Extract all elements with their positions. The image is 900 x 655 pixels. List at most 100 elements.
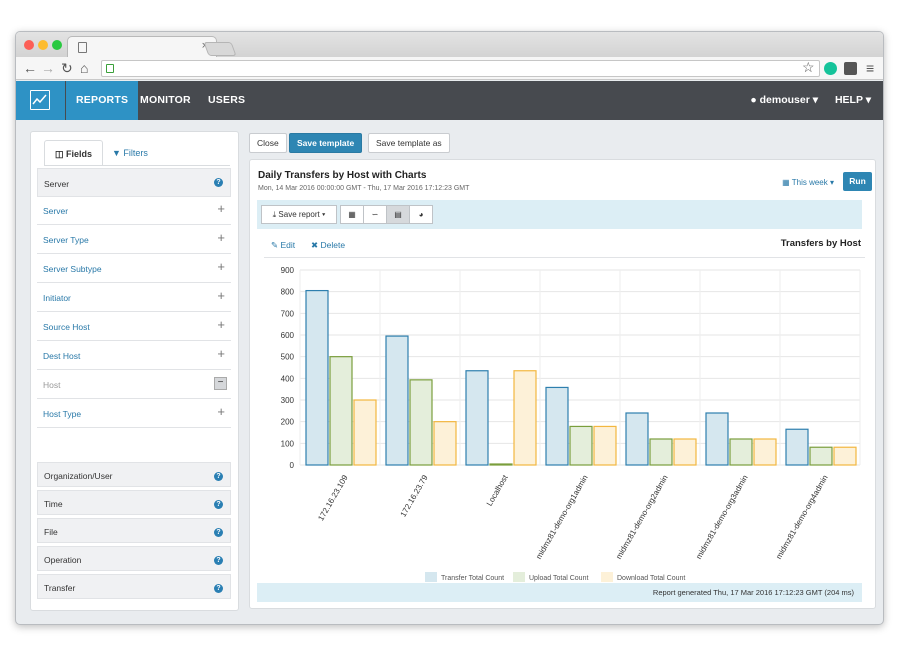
line-chart-button[interactable]: ∽	[363, 205, 387, 224]
username: demouser	[759, 94, 810, 106]
forward-icon[interactable]: →	[41, 60, 55, 76]
add-field-icon[interactable]: +	[217, 288, 225, 303]
delete-chart-link[interactable]: ✖ Delete	[311, 240, 345, 251]
field-row[interactable]: Host −	[37, 370, 231, 399]
legend-swatch	[513, 572, 525, 582]
field-group-row[interactable]: File?	[37, 518, 231, 543]
help-icon[interactable]: ?	[214, 584, 223, 593]
field-label: Server Type	[43, 235, 89, 245]
field-row[interactable]: Server +	[37, 196, 231, 225]
help-icon[interactable]: ?	[214, 472, 223, 481]
bar-chart-button[interactable]: ▤	[386, 205, 410, 224]
grammarly-extension-icon[interactable]	[824, 62, 837, 75]
browser-tab[interactable]: ×	[67, 36, 217, 57]
help-icon[interactable]: ?	[214, 528, 223, 537]
x-tick-label: midmz81-demo-org2admin	[614, 474, 670, 561]
legend-label: Transfer Total Count	[441, 575, 504, 582]
save-template-as-button[interactable]: Save template as	[368, 133, 450, 153]
maximize-window-dot[interactable]	[52, 40, 62, 50]
run-button[interactable]: Run	[843, 172, 872, 191]
help-menu[interactable]: HELP ▾	[835, 81, 871, 120]
nav-reports[interactable]: REPORTS	[66, 81, 139, 120]
bar	[545, 386, 569, 466]
page-icon	[78, 42, 87, 53]
y-tick-label: 200	[281, 418, 295, 427]
tab-fields[interactable]: ◫ Fields	[44, 140, 104, 166]
close-button[interactable]: Close	[249, 133, 287, 153]
reload-icon[interactable]: ↻	[61, 60, 73, 76]
date-range-dropdown[interactable]: ▦ This week ▾	[782, 178, 834, 187]
tab-strip: ×	[16, 32, 883, 57]
home-icon[interactable]: ⌂	[80, 60, 88, 76]
new-tab-button[interactable]	[203, 42, 237, 56]
app-logo[interactable]	[16, 81, 65, 120]
field-row[interactable]: Dest Host +	[37, 341, 231, 370]
bar	[385, 335, 409, 466]
help-icon[interactable]: ?	[214, 556, 223, 565]
lock-icon	[106, 64, 114, 73]
y-tick-label: 800	[281, 288, 295, 297]
field-group-label: Operation	[44, 555, 82, 565]
table-view-button[interactable]: ▦	[340, 205, 364, 224]
add-field-icon[interactable]: +	[217, 201, 225, 216]
y-tick-label: 500	[281, 353, 295, 362]
bar	[729, 438, 753, 466]
bar	[329, 356, 353, 466]
y-tick-label: 400	[281, 374, 295, 383]
pie-chart-button[interactable]: ◕	[409, 205, 433, 224]
bar	[649, 438, 673, 466]
field-group-label: Organization/User	[44, 471, 113, 481]
transfers-bar-chart: 0 100 200 300 400 500 600 700 800 900 172.16.23.10…	[281, 266, 861, 582]
help-icon[interactable]: ?	[214, 178, 223, 187]
y-tick-label: 600	[281, 331, 295, 340]
x-tick-label: Localhost	[485, 473, 510, 508]
nav-monitor[interactable]: MONITOR	[130, 81, 201, 120]
field-row[interactable]: Initiator +	[37, 283, 231, 312]
field-group-row[interactable]: Organization/User?	[37, 462, 231, 487]
filter-icon: ▼	[112, 148, 124, 158]
help-label: HELP	[834, 94, 863, 106]
url-input[interactable]	[101, 60, 820, 77]
field-row[interactable]: Server Type +	[37, 225, 231, 254]
field-group-row[interactable]: Operation?	[37, 546, 231, 571]
field-row[interactable]: Server Subtype +	[37, 254, 231, 283]
bar-chart-icon: ▤	[394, 210, 402, 219]
back-icon[interactable]: ←	[23, 60, 37, 76]
edit-chart-link[interactable]: ✎ Edit	[271, 240, 295, 251]
add-field-icon[interactable]: +	[217, 346, 225, 361]
menu-icon[interactable]: ≡	[866, 60, 874, 76]
field-row[interactable]: Source Host +	[37, 312, 231, 341]
y-tick-label: 100	[281, 439, 295, 448]
user-menu[interactable]: ● demouser ▾	[750, 81, 818, 120]
calendar-icon: ▦	[782, 178, 792, 187]
extension-icon[interactable]	[844, 62, 857, 75]
bar	[705, 412, 729, 466]
close-window-dot[interactable]	[24, 40, 34, 50]
star-icon[interactable]: ☆	[802, 59, 815, 75]
tab-fields-label: Fields	[66, 149, 93, 159]
add-field-icon[interactable]: +	[217, 259, 225, 274]
minimize-window-dot[interactable]	[38, 40, 48, 50]
field-group-server[interactable]: Server?	[37, 168, 231, 197]
field-group-row[interactable]: Transfer?	[37, 574, 231, 599]
save-template-button[interactable]: Save template	[289, 133, 363, 153]
legend-label: Download Total Count	[617, 575, 685, 582]
add-field-icon[interactable]: +	[217, 317, 225, 332]
report-panel: Daily Transfers by Host with Charts Mon,…	[249, 159, 876, 609]
add-field-icon[interactable]: +	[217, 404, 225, 419]
chevron-down-icon: ▾	[862, 94, 871, 106]
pie-chart-icon: ◕	[418, 210, 424, 219]
date-range-label: This week	[791, 178, 828, 187]
save-report-button[interactable]: ⤓ Save report ▾	[261, 205, 337, 224]
tab-filters[interactable]: ▼ Filters	[102, 140, 158, 166]
table-icon: ▦	[348, 210, 356, 219]
save-report-label: Save report	[278, 210, 320, 219]
remove-field-icon[interactable]: −	[214, 377, 227, 390]
field-row[interactable]: Host Type +	[37, 399, 231, 428]
chevron-down-icon: ▾	[809, 94, 818, 106]
help-icon[interactable]: ?	[214, 500, 223, 509]
report-toolbar: ⤓ Save report ▾ ▦ ∽ ▤ ◕	[257, 200, 862, 229]
nav-users[interactable]: USERS	[198, 81, 255, 120]
add-field-icon[interactable]: +	[217, 230, 225, 245]
field-group-row[interactable]: Time?	[37, 490, 231, 515]
